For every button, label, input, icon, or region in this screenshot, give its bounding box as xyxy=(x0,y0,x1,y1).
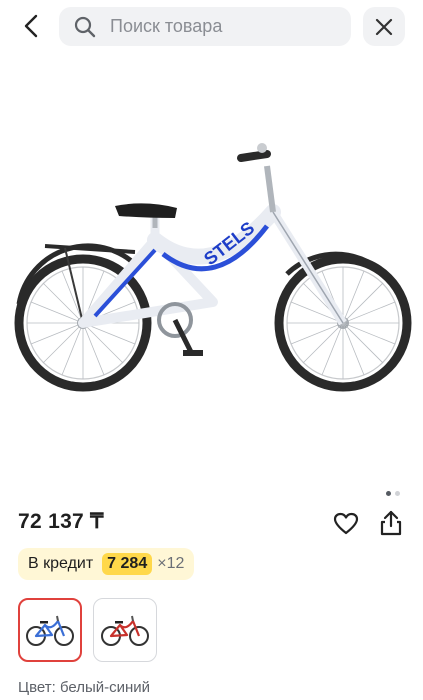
top-bar xyxy=(0,0,423,54)
bicycle-illustration: STELS xyxy=(5,134,421,404)
search-input[interactable] xyxy=(108,15,332,38)
credit-label: В кредит xyxy=(28,555,94,572)
variant-thumb-white-blue[interactable] xyxy=(18,598,82,662)
chevron-left-icon xyxy=(24,14,38,38)
credit-months: ×12 xyxy=(157,555,185,572)
gallery-dot[interactable] xyxy=(395,491,400,496)
credit-offer[interactable]: В кредит 7 284 ×12 xyxy=(18,548,195,580)
product-image[interactable]: STELS xyxy=(5,134,421,404)
search-box[interactable] xyxy=(59,7,351,46)
close-icon xyxy=(375,18,393,35)
close-button[interactable] xyxy=(363,7,405,46)
share-icon xyxy=(380,510,402,536)
bicycle-thumbnail-icon xyxy=(26,615,74,646)
heart-icon xyxy=(333,512,359,535)
search-icon xyxy=(72,14,98,40)
selected-color-label: Цвет: белый-синий xyxy=(18,679,151,696)
back-button[interactable] xyxy=(14,8,50,44)
price: 72 137 ₸ xyxy=(18,510,104,533)
share-button[interactable] xyxy=(376,508,406,538)
gallery-pager xyxy=(386,491,400,496)
favorite-button[interactable] xyxy=(331,509,361,539)
gallery-dot-active[interactable] xyxy=(386,491,391,496)
bicycle-thumbnail-icon xyxy=(101,615,149,646)
credit-monthly-amount: 7 284 xyxy=(102,553,153,575)
variant-thumb-red[interactable] xyxy=(93,598,157,662)
